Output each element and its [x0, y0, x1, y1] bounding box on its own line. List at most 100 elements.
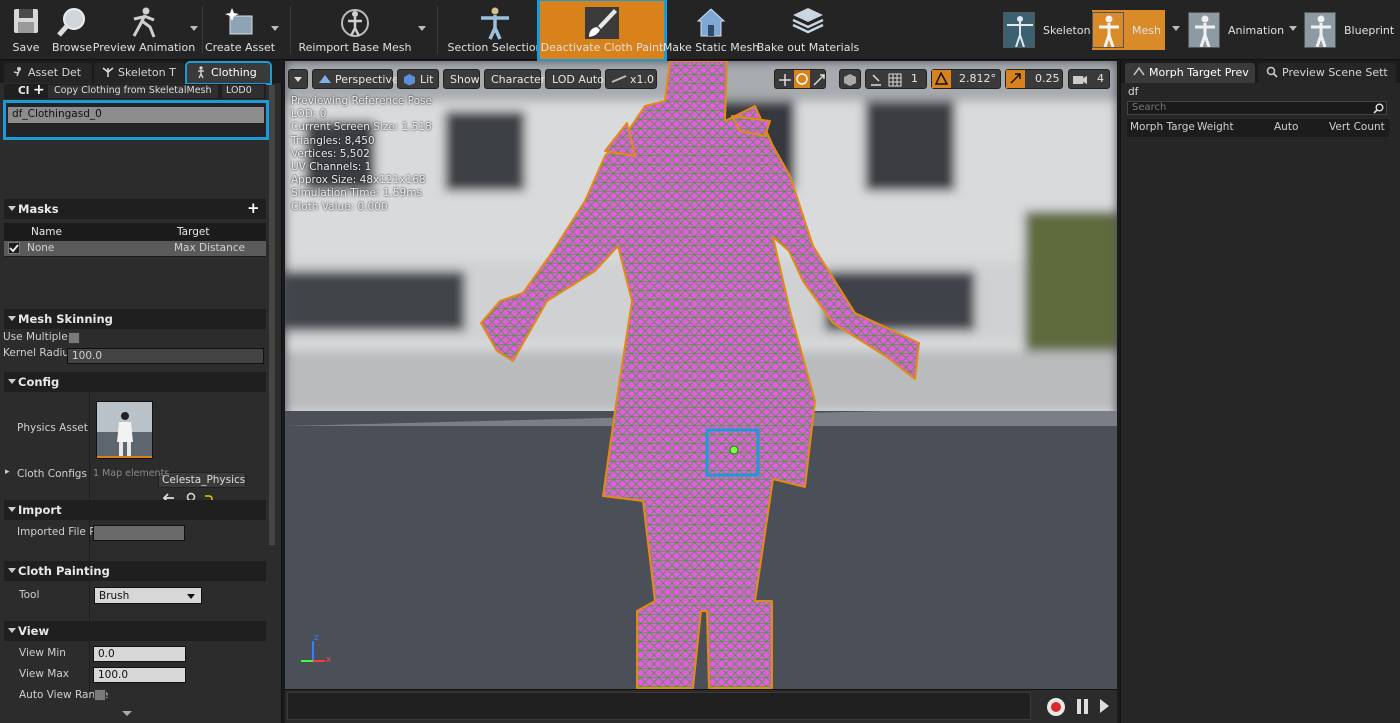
- tab-clothing[interactable]: Clothing: [185, 61, 272, 85]
- reimport-base-mesh-button[interactable]: Reimport Base Mesh: [299, 0, 412, 60]
- tool-dropdown[interactable]: Brush: [94, 587, 202, 604]
- surface-snap-icon[interactable]: [869, 73, 883, 87]
- lit-button[interactable]: Lit: [397, 69, 439, 89]
- clothing-asset-item[interactable]: df_Clothingasd_0: [8, 107, 264, 123]
- left-panel-scrollbar[interactable]: [269, 85, 275, 545]
- reimport-dropdown-icon[interactable]: [418, 26, 426, 31]
- timeline-scrubber[interactable]: [287, 692, 1031, 720]
- rotate-tool-button[interactable]: [794, 70, 810, 88]
- playback-speed-button[interactable]: x1.0: [605, 69, 657, 89]
- tab-preview-scene-settings[interactable]: Preview Scene Sett: [1258, 63, 1396, 83]
- clothing-asset-list: df_Clothingasd_0: [3, 100, 269, 140]
- cloth-painting-section-header[interactable]: Cloth Painting: [4, 561, 266, 581]
- play-icon[interactable]: [1100, 699, 1109, 713]
- clothing-details-panel: Asset Det Skeleton T Clothing Cl + Copy …: [0, 61, 282, 723]
- make-static-mesh-label: Make Static Mesh: [662, 41, 760, 54]
- skeleton-mode-button[interactable]: Skeleton: [1003, 10, 1091, 50]
- left-tab-bar: Asset Det Skeleton T Clothing: [0, 61, 282, 85]
- create-asset-button[interactable]: Create Asset: [205, 0, 275, 60]
- config-section-header[interactable]: Config: [4, 372, 266, 392]
- browse-button[interactable]: Browse: [50, 0, 94, 60]
- col-vert-count[interactable]: Vert Count: [1329, 121, 1385, 133]
- physics-asset-preview-icon: [97, 402, 152, 458]
- viewport-options-button[interactable]: [288, 69, 308, 89]
- make-static-mesh-button[interactable]: Make Static Mesh: [663, 0, 759, 60]
- rotation-snap-group: 2.812°: [931, 69, 1001, 89]
- tab-morph-label: Morph Target Prev: [1149, 66, 1249, 79]
- view-max-field[interactable]: 100.0: [93, 667, 186, 683]
- lod-auto-button[interactable]: LOD Auto: [545, 69, 604, 89]
- add-mask-icon[interactable]: +: [247, 199, 260, 217]
- lod-auto-label: LOD Auto: [552, 73, 604, 86]
- import-title: Import: [18, 503, 62, 517]
- animation-mode-dropdown-icon[interactable]: [1289, 26, 1297, 31]
- reimport-icon: [341, 9, 369, 37]
- main-toolbar: Save Browse Preview Animation Create Ass…: [0, 0, 1400, 62]
- deactivate-cloth-paint-button[interactable]: Deactivate Cloth Paint: [537, 0, 667, 62]
- physics-asset-dropdown[interactable]: Celesta_Physics: [158, 472, 246, 488]
- col-morph-target[interactable]: Morph Targe: [1130, 121, 1195, 133]
- kernel-radius-field[interactable]: 100.0: [67, 348, 264, 364]
- blueprint-mode-button[interactable]: Blueprint: [1304, 10, 1394, 50]
- mesh-mode-label: Mesh: [1132, 23, 1161, 37]
- section-selection-button[interactable]: Section Selection: [447, 0, 543, 60]
- preview-animation-dropdown-icon[interactable]: [190, 26, 198, 31]
- preview-animation-button[interactable]: Preview Animation: [93, 0, 195, 60]
- scale-tool-icon[interactable]: [812, 73, 826, 87]
- character-button[interactable]: Character: [484, 69, 545, 89]
- auto-view-range-checkbox[interactable]: [94, 689, 106, 701]
- cloth-configs-label: Cloth Configs: [17, 468, 87, 480]
- view-min-field[interactable]: 0.0: [93, 646, 186, 662]
- mask-row[interactable]: None Max Distance: [4, 241, 266, 256]
- cloth-configs-expand-icon[interactable]: ▸: [5, 467, 10, 477]
- mask-row-target: Max Distance: [174, 242, 245, 254]
- grid-icon[interactable]: [888, 73, 902, 87]
- physics-asset-thumbnail[interactable]: [96, 401, 153, 459]
- stat-line-uv-channels: UV Channels: 1: [291, 161, 372, 174]
- tab-morph-target-preview[interactable]: Morph Target Prev: [1125, 63, 1255, 83]
- tab-skeleton-tree[interactable]: Skeleton T: [94, 63, 184, 83]
- add-clothing-icon[interactable]: +: [33, 82, 45, 98]
- tab-asset-details[interactable]: Asset Det: [4, 63, 92, 83]
- pause-icon[interactable]: [1077, 699, 1081, 714]
- mesh-mode-dropdown-icon[interactable]: [1172, 26, 1180, 31]
- scroll-down-arrow-icon[interactable]: [122, 711, 132, 716]
- scale-snap-toggle[interactable]: [1006, 70, 1025, 88]
- stat-line-lod: LOD: 0: [291, 108, 327, 121]
- animation-mode-button[interactable]: Animation: [1188, 10, 1284, 50]
- col-auto[interactable]: Auto: [1274, 121, 1298, 133]
- show-button[interactable]: Show: [443, 69, 480, 89]
- coordinate-space-button[interactable]: [839, 69, 861, 89]
- rotation-snap-toggle[interactable]: [932, 70, 951, 88]
- lod-dropdown[interactable]: LOD0: [222, 85, 264, 98]
- copy-clothing-dropdown[interactable]: Copy Clothing from SkeletalMesh: [48, 85, 218, 98]
- record-button[interactable]: [1047, 698, 1065, 716]
- mesh-mode-button[interactable]: Mesh: [1092, 10, 1165, 50]
- stat-line-simulation-time: Simulation Time: 1.59ms: [291, 187, 422, 200]
- rotation-snap-value[interactable]: 2.812°: [959, 72, 996, 85]
- import-section-header[interactable]: Import: [4, 500, 266, 520]
- bake-out-materials-button[interactable]: Bake out Materials: [757, 0, 859, 60]
- save-button[interactable]: Save: [4, 0, 48, 60]
- clothing-asset-name: df_Clothingasd_0: [12, 108, 102, 120]
- character-tpose-icon: [481, 7, 509, 40]
- scale-snap-value[interactable]: 0.25: [1035, 72, 1060, 85]
- preview-viewport[interactable]: z x Perspective Lit Show Character LOD A…: [285, 61, 1117, 689]
- create-asset-dropdown-icon[interactable]: [271, 26, 279, 31]
- chevron-down-icon: [294, 77, 302, 82]
- morph-search-input[interactable]: Search: [1127, 101, 1387, 115]
- use-multiple-checkbox[interactable]: [68, 332, 80, 344]
- masks-section-header[interactable]: Masks: [4, 199, 266, 219]
- col-weight[interactable]: Weight: [1197, 121, 1234, 133]
- mesh-skinning-section-header[interactable]: Mesh Skinning: [4, 309, 266, 329]
- mask-enabled-checkbox[interactable]: [8, 242, 20, 254]
- camera-speed-button[interactable]: 4: [1068, 69, 1110, 89]
- view-section-header[interactable]: View: [4, 621, 266, 641]
- angle-icon: [935, 72, 948, 85]
- browse-label: Browse: [51, 41, 93, 54]
- grid-snap-value[interactable]: 1: [911, 72, 918, 85]
- perspective-button[interactable]: Perspective: [312, 69, 399, 89]
- move-tool-icon[interactable]: [778, 73, 792, 87]
- asset-details-icon: [13, 67, 21, 77]
- imported-file-path-field[interactable]: [93, 525, 185, 541]
